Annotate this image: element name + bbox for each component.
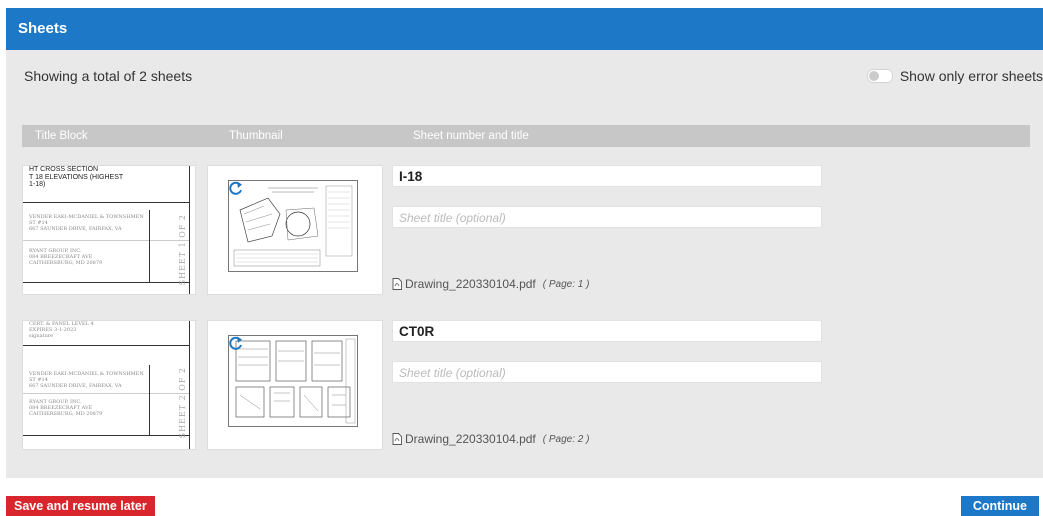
file-name: Drawing_220330104.pdf <box>405 277 536 291</box>
toggle-knob <box>868 71 879 81</box>
error-sheets-toggle[interactable] <box>866 69 893 83</box>
sheet-row: CERT. & PANEL LEVEL 4 EXPIRES 3-1-2023 s… <box>22 320 1032 450</box>
error-sheets-toggle-wrap[interactable]: Show only error sheets <box>866 68 1043 84</box>
pdf-file-icon <box>392 433 402 445</box>
rotate-icon[interactable] <box>228 180 244 196</box>
sheet-thumbnail-drawing <box>228 180 358 272</box>
column-sheet-number-title: Sheet number and title <box>413 130 529 142</box>
title-block-sheet-index: SHEET 2 OF 2 <box>178 367 187 439</box>
table-header: Title Block Thumbnail Sheet number and t… <box>22 125 1030 147</box>
sheet-number-input[interactable]: CT0R <box>392 320 822 342</box>
rotate-icon[interactable] <box>228 335 244 351</box>
sheet-thumbnail <box>207 165 383 295</box>
title-block-image: HT CROSS SECTION T 18 ELEVATIONS (HIGHES… <box>22 165 196 295</box>
source-file: Drawing_220330104.pdf ( Page: 1 ) <box>392 277 589 291</box>
source-file: Drawing_220330104.pdf ( Page: 2 ) <box>392 432 589 446</box>
sheet-title-input[interactable]: Sheet title (optional) <box>392 361 822 383</box>
pdf-file-icon <box>392 278 402 290</box>
title-block-firm: RYANT GROUP, INC. 084 BREEZECRAFT AVE CA… <box>29 399 103 417</box>
title-block-owner: VENDER EAKI-MCDANIEL & TOWNSHMEN ST #14 … <box>29 214 144 232</box>
continue-button[interactable]: Continue <box>960 496 1039 516</box>
sheet-thumbnail-drawing <box>228 335 358 427</box>
save-and-resume-button[interactable]: Save and resume later <box>6 496 155 516</box>
title-block-image: CERT. & PANEL LEVEL 4 EXPIRES 3-1-2023 s… <box>22 320 196 450</box>
title-block-title: HT CROSS SECTION T 18 ELEVATIONS (HIGHES… <box>29 166 124 188</box>
column-thumbnail: Thumbnail <box>229 130 283 142</box>
page-number: ( Page: 2 ) <box>542 433 590 445</box>
title-block-sheet-index: SHEET 1 OF 2 <box>178 214 187 286</box>
sheet-thumbnail <box>207 320 383 450</box>
title-block-firm: RYANT GROUP, INC. 084 BREEZECRAFT AVE CA… <box>29 248 103 266</box>
page-number: ( Page: 1 ) <box>542 278 590 290</box>
file-name: Drawing_220330104.pdf <box>405 432 536 446</box>
sheet-title-input[interactable]: Sheet title (optional) <box>392 206 822 228</box>
sheet-number-input[interactable]: I-18 <box>392 165 822 187</box>
sheet-count-summary: Showing a total of 2 sheets <box>24 68 193 84</box>
sheet-row: HT CROSS SECTION T 18 ELEVATIONS (HIGHES… <box>22 165 1032 295</box>
title-block-owner: VENDER EAKI-MCDANIEL & TOWNSHMEN ST #14 … <box>29 371 144 389</box>
column-title-block: Title Block <box>35 130 88 142</box>
error-sheets-toggle-label: Show only error sheets <box>899 68 1043 84</box>
panel-title: Sheets <box>6 8 1043 50</box>
title-block-title: CERT. & PANEL LEVEL 4 EXPIRES 3-1-2023 s… <box>29 321 94 339</box>
